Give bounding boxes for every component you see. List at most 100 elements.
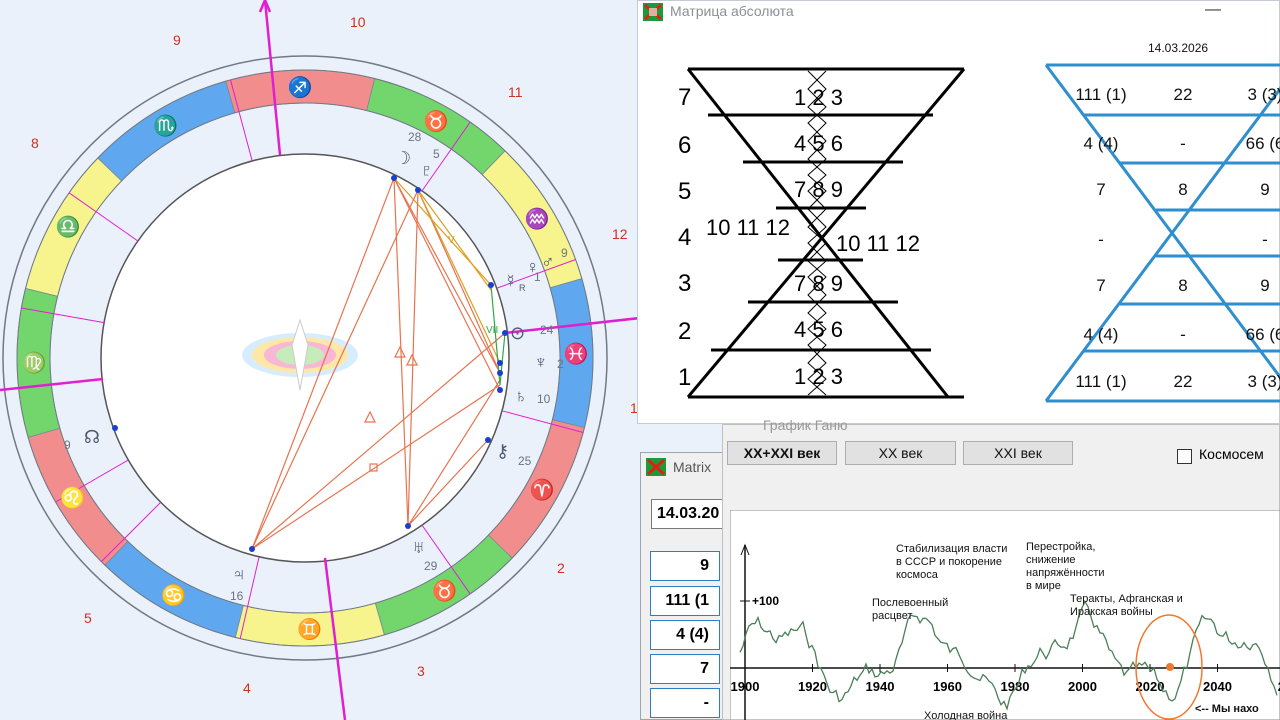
house-number: 5 <box>84 610 92 626</box>
matrix-cell: - <box>650 688 720 718</box>
century-20-button[interactable]: XX век <box>845 441 956 465</box>
house-number: 10 <box>350 14 366 30</box>
chiron-icon: ⚷ <box>496 441 509 461</box>
zodiac-sign-icon: ♌ <box>60 486 85 510</box>
matrix-right-value: 8 <box>1178 180 1187 199</box>
zodiac-sign-icon: ♓ <box>564 341 589 365</box>
degree-label: 1 <box>534 270 541 284</box>
annotation: Теракты, Афганская и <box>1070 593 1183 605</box>
row-label: 2 <box>678 318 691 345</box>
matrix-right-value: 66 (6 <box>1246 325 1280 344</box>
matrix-cell: 4 (4) <box>650 620 720 650</box>
house-number: 3 <box>417 663 425 679</box>
matrix-right-value: 4 (4) <box>1084 134 1119 153</box>
matrix-right-value: 66 (6 <box>1246 134 1280 153</box>
astrology-chart-wheel: ♐♉♒♓♈♉♊♋♌♍♎♏ V VII 10 11 12 1 2 3 4 5 8 … <box>0 0 640 720</box>
matrix-cell: 7 <box>650 654 720 684</box>
zodiac-sign-icon: ♒ <box>525 206 550 230</box>
mars-icon: ♂ <box>541 252 555 272</box>
matrix-row-value: 7 8 9 <box>794 271 843 296</box>
date-input[interactable]: 14.03.20 <box>651 499 731 529</box>
degree-label: 24 <box>540 323 554 337</box>
window-title: Матрица абсолюта <box>670 3 794 19</box>
house-number: 2 <box>557 560 565 576</box>
matrix-hourglass-panel: 7 6 5 4 3 2 1 1 2 3 4 5 6 7 8 9 10 11 12… <box>678 41 1280 403</box>
matrix-right-value: - <box>1180 134 1186 153</box>
degree-label: 29 <box>424 559 438 573</box>
house-number: 11 <box>508 84 523 100</box>
annotation: Послевоенный <box>872 597 948 609</box>
annotation: напряжённости <box>1026 567 1105 579</box>
window-title: График Ганю <box>763 417 848 433</box>
title-bar[interactable]: Матрица абсолюта — <box>638 1 1279 23</box>
house-number: 8 <box>31 135 39 151</box>
x-tick-label: 1940 <box>866 679 895 694</box>
matrix-row-value: 4 5 6 <box>794 131 843 156</box>
degree-label: 10 <box>537 392 551 406</box>
zodiac-sign-icon: ♊ <box>297 617 322 641</box>
matrix-right-value: 22 <box>1174 85 1193 104</box>
x-tick-label: 1960 <box>933 679 962 694</box>
annotation: Перестройка, <box>1026 541 1095 553</box>
cosmogram-checkbox[interactable] <box>1177 449 1192 464</box>
row-label: 5 <box>678 178 691 205</box>
minimize-button[interactable]: — <box>1203 1 1223 21</box>
app-icon <box>646 458 666 476</box>
matrix-right-value: 4 (4) <box>1084 325 1119 344</box>
matrix-right-value: 3 (3) <box>1248 372 1280 391</box>
matrix-absolute-window[interactable]: Матрица абсолюта — 7 6 5 4 3 2 1 1 2 3 4… <box>637 0 1280 424</box>
row-label: 7 <box>678 84 691 111</box>
zodiac-sign-icon: ♎ <box>56 215 81 239</box>
sun-icon: ⊙ <box>510 323 525 343</box>
mercury-icon: ☿ <box>504 271 518 291</box>
x-tick-label: 2000 <box>1068 679 1097 694</box>
degree-label: 9 <box>561 246 568 260</box>
degree-label: 28 <box>408 130 422 144</box>
window-title: Matrix <box>673 459 712 475</box>
matrix-right-value: 111 (1) <box>1075 372 1126 391</box>
matrix-cell: 9 <box>650 551 720 581</box>
matrix-right-value: - <box>1098 230 1104 249</box>
node-icon: ☊ <box>84 427 100 447</box>
matrix-date: 14.03.2026 <box>1148 41 1208 55</box>
annotation: космоса <box>896 569 939 581</box>
degree-label: 25 <box>518 454 532 468</box>
row-label: 3 <box>678 270 691 297</box>
annotation: Стабилизация власти <box>896 543 1007 555</box>
matrix-right-value: 9 <box>1260 276 1269 295</box>
matrix-cell: 111 (1 <box>650 586 720 616</box>
matrix-right-value: - <box>1180 325 1186 344</box>
saturn-icon: ♄ <box>514 386 528 406</box>
row-label: 1 <box>678 364 691 391</box>
x-tick-label: 1900 <box>731 679 760 694</box>
degree-label: 16 <box>230 589 244 603</box>
matrix-row-value: 4 5 6 <box>794 317 843 342</box>
pluto-icon: ♇ <box>420 160 434 180</box>
annotation: в мире <box>1026 580 1061 592</box>
annotation: Холодная война <box>924 710 1008 720</box>
century-both-button[interactable]: XX+XXI век <box>727 441 837 465</box>
matrix-right-value: 22 <box>1174 372 1193 391</box>
matrix-row-value: 7 8 9 <box>794 177 843 202</box>
annotation: в СССР и покорение <box>896 556 1002 568</box>
zodiac-sign-icon: ♐ <box>288 75 313 99</box>
century-21-button[interactable]: XXI век <box>963 441 1073 465</box>
aspect-label: V <box>448 235 455 246</box>
aspect-label: VII <box>486 325 498 336</box>
neptune-icon: ♆ <box>534 352 548 372</box>
y-axis-label: +100 <box>752 594 779 608</box>
jupiter-icon: ♃ <box>232 564 246 584</box>
x-tick-label: 1920 <box>798 679 827 694</box>
matrix-row-value: 10 11 12 <box>706 215 790 240</box>
matrix-right-value: 7 <box>1096 276 1105 295</box>
x-tick-label: 2040 <box>1203 679 1232 694</box>
retrograde-mark: R <box>519 283 526 293</box>
annotation: <-- Мы нахо <box>1195 703 1259 715</box>
matrix-row-value: 1 2 3 <box>794 364 843 389</box>
house-number: 4 <box>243 680 251 696</box>
matrix-right-value: 9 <box>1260 180 1269 199</box>
row-label: 6 <box>678 132 691 159</box>
matrix-row-value: 1 2 3 <box>794 85 843 110</box>
matrix-right-value: 3 (3) <box>1248 85 1280 104</box>
matrix-right-value: 7 <box>1096 180 1105 199</box>
